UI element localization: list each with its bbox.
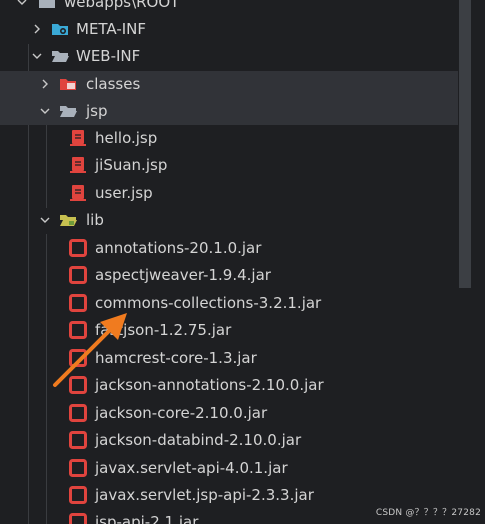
meta-folder-icon (52, 24, 68, 35)
tree-row-classes[interactable]: classes (0, 71, 458, 98)
jar-file-icon (69, 431, 87, 449)
tree-row-jar-file[interactable]: annotations-20.1.0.jar (0, 235, 458, 262)
tree-label: annotations-20.1.0.jar (95, 239, 262, 257)
tree-row-jsp-file[interactable]: hello.jsp (0, 125, 458, 152)
tree-label: commons-collections-3.2.1.jar (95, 294, 322, 312)
tree-label: jackson-core-2.10.0.jar (95, 404, 268, 422)
tree-label: hamcrest-core-1.3.jar (95, 349, 257, 367)
panel-edge (472, 0, 485, 524)
jar-file-icon (69, 349, 87, 367)
folder-icon (39, 0, 55, 8)
folder-open-icon (52, 51, 69, 62)
project-tree: webapps\ROOT META-INF WEB-INF classes js… (0, 0, 485, 524)
tree-row-jar-file[interactable]: jackson-annotations-2.10.0.jar (0, 372, 458, 399)
chevron-right-icon (42, 79, 48, 89)
chevron-down-icon (17, 0, 27, 5)
jar-file-icon (69, 459, 87, 477)
folder-open-icon (60, 106, 77, 117)
tree-label: jsp (86, 102, 108, 120)
jar-file-icon (69, 266, 87, 284)
chevron-down-icon (40, 108, 50, 114)
tree-label: jsp-api-2.1.jar (95, 513, 199, 524)
chevron-down-icon (32, 53, 42, 59)
tree-label: webapps\ROOT (64, 0, 180, 11)
classes-folder-icon (60, 79, 76, 90)
tree-row-jar-file[interactable]: aspectjweaver-1.9.4.jar (0, 262, 458, 289)
tree-row-jsp-file[interactable]: jiSuan.jsp (0, 152, 458, 179)
tree-row-lib[interactable]: lib (0, 207, 458, 234)
jar-file-icon (69, 404, 87, 422)
jsp-file-icon (70, 130, 86, 146)
lib-folder-icon (60, 215, 77, 226)
tree-label: lib (86, 211, 104, 229)
tree-label: classes (86, 75, 141, 93)
chevron-right-icon (34, 24, 40, 34)
jar-file-icon (69, 486, 87, 504)
scrollbar-thumb[interactable] (459, 0, 471, 288)
tree-row-jsp[interactable]: jsp (0, 98, 458, 125)
tree-label: jackson-annotations-2.10.0.jar (95, 376, 324, 394)
jar-file-icon (69, 239, 87, 257)
tree-label: WEB-INF (76, 47, 141, 65)
jar-file-icon (69, 376, 87, 394)
jsp-file-icon (70, 185, 86, 201)
tree-row-jar-file[interactable]: javax.servlet-api-4.0.1.jar (0, 455, 458, 482)
tree-label: META-INF (76, 20, 147, 38)
tree-row-jar-file[interactable]: commons-collections-3.2.1.jar (0, 290, 458, 317)
tree-row-webapps-root[interactable]: webapps\ROOT (0, 0, 458, 16)
jsp-file-icon (70, 157, 86, 173)
watermark-text: CSDN @？？？？27282 (375, 508, 481, 518)
tree-row-meta-inf[interactable]: META-INF (0, 16, 458, 43)
tree-label: javax.servlet.jsp-api-2.3.3.jar (95, 486, 314, 504)
jar-file-icon (69, 294, 87, 312)
tree-row-jar-file[interactable]: jackson-databind-2.10.0.jar (0, 427, 458, 454)
jar-file-icon (69, 513, 87, 524)
tree-label: aspectjweaver-1.9.4.jar (95, 266, 271, 284)
tree-label: fastjson-1.2.75.jar (95, 321, 232, 339)
tree-label: hello.jsp (95, 129, 158, 147)
tree-row-jar-file[interactable]: hamcrest-core-1.3.jar (0, 345, 458, 372)
tree-label: jackson-databind-2.10.0.jar (95, 431, 302, 449)
tree-row-jar-file[interactable]: fastjson-1.2.75.jar (0, 317, 458, 344)
tree-row-jar-file[interactable]: jackson-core-2.10.0.jar (0, 400, 458, 427)
chevron-down-icon (40, 217, 50, 223)
tree-row-web-inf[interactable]: WEB-INF (0, 43, 458, 70)
tree-label: user.jsp (95, 184, 153, 202)
tree-label: jiSuan.jsp (95, 156, 168, 174)
tree-row-jsp-file[interactable]: user.jsp (0, 180, 458, 207)
tree-label: javax.servlet-api-4.0.1.jar (95, 459, 288, 477)
jar-file-icon (69, 321, 87, 339)
